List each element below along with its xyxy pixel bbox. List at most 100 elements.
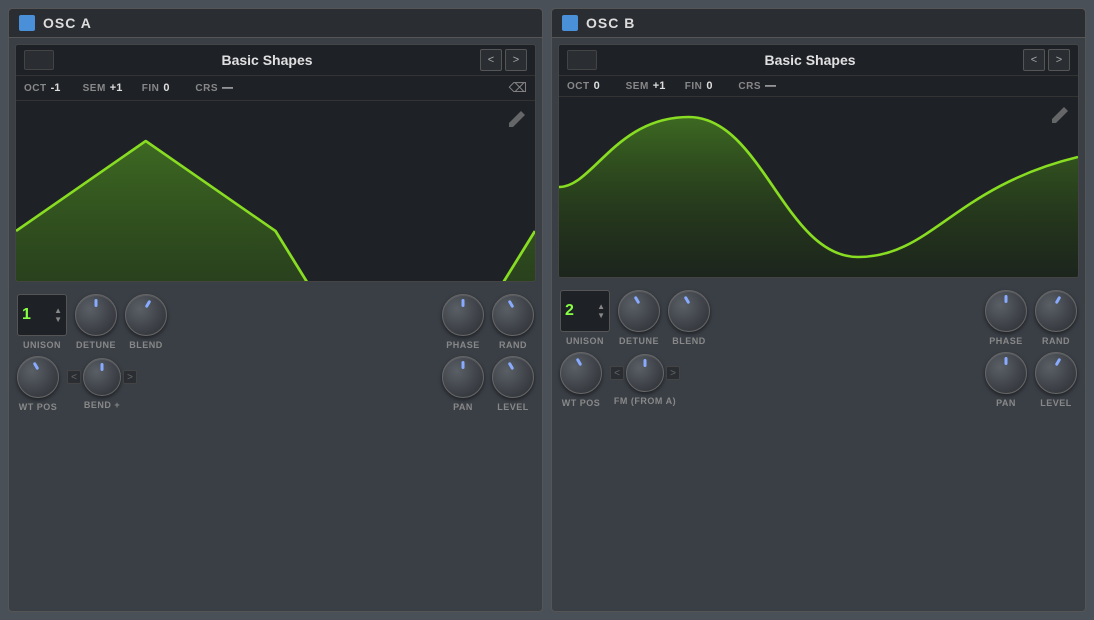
osc-a-wtpos-knob[interactable]	[17, 356, 59, 398]
osc-a-wtpos-label: WT POS	[19, 402, 58, 412]
osc-b-detune-knob[interactable]	[618, 290, 660, 332]
osc-a-unison-label: UNISON	[23, 340, 61, 350]
osc-a-rand-label: RAND	[499, 340, 527, 350]
osc-a-level-knob[interactable]	[492, 356, 534, 398]
osc-b-waveform-section: Basic Shapes < > OCT 0 SEM +1 FIN 0	[558, 44, 1079, 278]
osc-a-unison-group: 1 ▲ ▼ UNISON	[17, 294, 67, 350]
osc-b-wtpos-label: WT POS	[562, 398, 601, 408]
osc-a-sem-group: SEM +1	[83, 82, 130, 94]
osc-b-icon	[562, 15, 578, 31]
osc-b-waveform-header: Basic Shapes < >	[559, 45, 1078, 76]
osc-b-crs-value[interactable]: —	[765, 80, 785, 92]
osc-a-level-label: LEVEL	[497, 402, 529, 412]
osc-b-rand-knob[interactable]	[1035, 290, 1077, 332]
osc-b-unison-value: 2	[565, 302, 574, 320]
osc-b-wtpos-knob[interactable]	[560, 352, 602, 394]
osc-b-wtpos-group: WT POS	[560, 352, 602, 408]
osc-a-headphone-icon[interactable]: ⌫	[509, 80, 527, 96]
osc-b-fin-group: FIN 0	[685, 80, 727, 92]
osc-b-row2: WT POS < > FM (FROM A) PAN	[560, 352, 1077, 408]
osc-a-detune-group: DETUNE	[75, 294, 117, 350]
osc-a-oct-group: OCT -1	[24, 82, 71, 94]
osc-b-fm-row: < >	[610, 354, 680, 392]
osc-b-row1: 2 ▲ ▼ UNISON DETUNE BLEND	[560, 290, 1077, 346]
osc-b-fm-knob[interactable]	[626, 354, 664, 392]
osc-a-waveform-section: Basic Shapes < > OCT -1 SEM +1 FIN 0	[15, 44, 536, 282]
osc-a-rand-knob[interactable]	[492, 294, 534, 336]
osc-a-next-btn[interactable]: >	[505, 49, 527, 71]
osc-a-unison-up[interactable]: ▲	[54, 307, 62, 315]
osc-a-bend-right[interactable]: >	[123, 370, 137, 384]
osc-b-waveform-name: Basic Shapes	[597, 52, 1023, 68]
osc-b-fm-left[interactable]: <	[610, 366, 624, 380]
osc-a-unison-down[interactable]: ▼	[54, 316, 62, 324]
osc-a-pan-label: PAN	[453, 402, 473, 412]
osc-b-oct-group: OCT 0	[567, 80, 614, 92]
osc-a-crs-value[interactable]: —	[222, 82, 242, 94]
osc-b-oct-value[interactable]: 0	[594, 80, 614, 92]
osc-a-level-group: LEVEL	[492, 356, 534, 412]
osc-b-fin-value[interactable]: 0	[706, 80, 726, 92]
osc-b-pencil-icon[interactable]	[1050, 105, 1070, 125]
osc-a-params-row: OCT -1 SEM +1 FIN 0 CRS — ⌫	[16, 76, 535, 101]
osc-b-blend-group: BLEND	[668, 290, 710, 346]
osc-b-pan-label: PAN	[996, 398, 1016, 408]
osc-b-next-btn[interactable]: >	[1048, 49, 1070, 71]
osc-a-oct-value[interactable]: -1	[51, 82, 71, 94]
osc-b-phase-knob[interactable]	[985, 290, 1027, 332]
osc-a-waveform-canvas	[16, 101, 535, 281]
osc-a-crs-group: CRS —	[195, 82, 242, 94]
osc-a-phase-knob[interactable]	[442, 294, 484, 336]
osc-b-oct-label: OCT	[567, 81, 590, 92]
osc-a-detune-knob[interactable]	[75, 294, 117, 336]
osc-a-bend-left[interactable]: <	[67, 370, 81, 384]
osc-b-unison-label: UNISON	[566, 336, 604, 346]
osc-a-row1: 1 ▲ ▼ UNISON DETUNE BLEND	[17, 294, 534, 350]
osc-a-controls: 1 ▲ ▼ UNISON DETUNE BLEND	[9, 288, 542, 418]
osc-b-controls: 2 ▲ ▼ UNISON DETUNE BLEND	[552, 284, 1085, 414]
osc-b-unison-up[interactable]: ▲	[597, 303, 605, 311]
osc-b-fm-label: FM (FROM A)	[614, 396, 676, 406]
osc-b-level-knob[interactable]	[1035, 352, 1077, 394]
osc-b-unison-arrows: ▲ ▼	[597, 303, 605, 320]
osc-a-icon	[19, 15, 35, 31]
osc-a-bend-row: < >	[67, 358, 137, 396]
osc-a-row2: WT POS < > BEND + PAN	[17, 356, 534, 412]
osc-a-panel: OSC A Basic Shapes < > OCT -1 SEM +1	[8, 8, 543, 612]
osc-b-waveform-canvas	[559, 97, 1078, 277]
osc-b-crs-label: CRS	[738, 81, 761, 92]
osc-b-panel: OSC B Basic Shapes < > OCT 0 SEM +1	[551, 8, 1086, 612]
osc-a-pan-group: PAN	[442, 356, 484, 412]
osc-a-blend-knob[interactable]	[125, 294, 167, 336]
osc-b-blend-knob[interactable]	[668, 290, 710, 332]
osc-a-unison-arrows: ▲ ▼	[54, 307, 62, 324]
osc-b-sem-group: SEM +1	[626, 80, 673, 92]
osc-a-detune-label: DETUNE	[76, 340, 116, 350]
osc-a-sem-value[interactable]: +1	[110, 82, 130, 94]
osc-b-prev-btn[interactable]: <	[1023, 49, 1045, 71]
osc-a-fin-value[interactable]: 0	[163, 82, 183, 94]
osc-b-detune-label: DETUNE	[619, 336, 659, 346]
osc-a-bend-label: BEND +	[84, 400, 120, 410]
synth-container: OSC A Basic Shapes < > OCT -1 SEM +1	[0, 0, 1094, 620]
osc-b-fm-group: < > FM (FROM A)	[610, 354, 680, 406]
osc-b-sem-value[interactable]: +1	[653, 80, 673, 92]
osc-a-crs-label: CRS	[195, 83, 218, 94]
osc-a-unison-selector[interactable]: 1 ▲ ▼	[17, 294, 67, 336]
osc-b-level-group: LEVEL	[1035, 352, 1077, 408]
osc-b-detune-group: DETUNE	[618, 290, 660, 346]
osc-a-bend-knob[interactable]	[83, 358, 121, 396]
osc-a-rand-group: RAND	[492, 294, 534, 350]
osc-b-phase-group: PHASE	[985, 290, 1027, 346]
osc-a-prev-btn[interactable]: <	[480, 49, 502, 71]
osc-a-phase-group: PHASE	[442, 294, 484, 350]
osc-a-pan-knob[interactable]	[442, 356, 484, 398]
osc-a-oct-label: OCT	[24, 83, 47, 94]
osc-b-unison-selector[interactable]: 2 ▲ ▼	[560, 290, 610, 332]
osc-a-pencil-icon[interactable]	[507, 109, 527, 129]
osc-b-unison-down[interactable]: ▼	[597, 312, 605, 320]
osc-b-fm-right[interactable]: >	[666, 366, 680, 380]
osc-a-wtpos-group: WT POS	[17, 356, 59, 412]
osc-a-bend-group: < > BEND +	[67, 358, 137, 410]
osc-b-pan-knob[interactable]	[985, 352, 1027, 394]
